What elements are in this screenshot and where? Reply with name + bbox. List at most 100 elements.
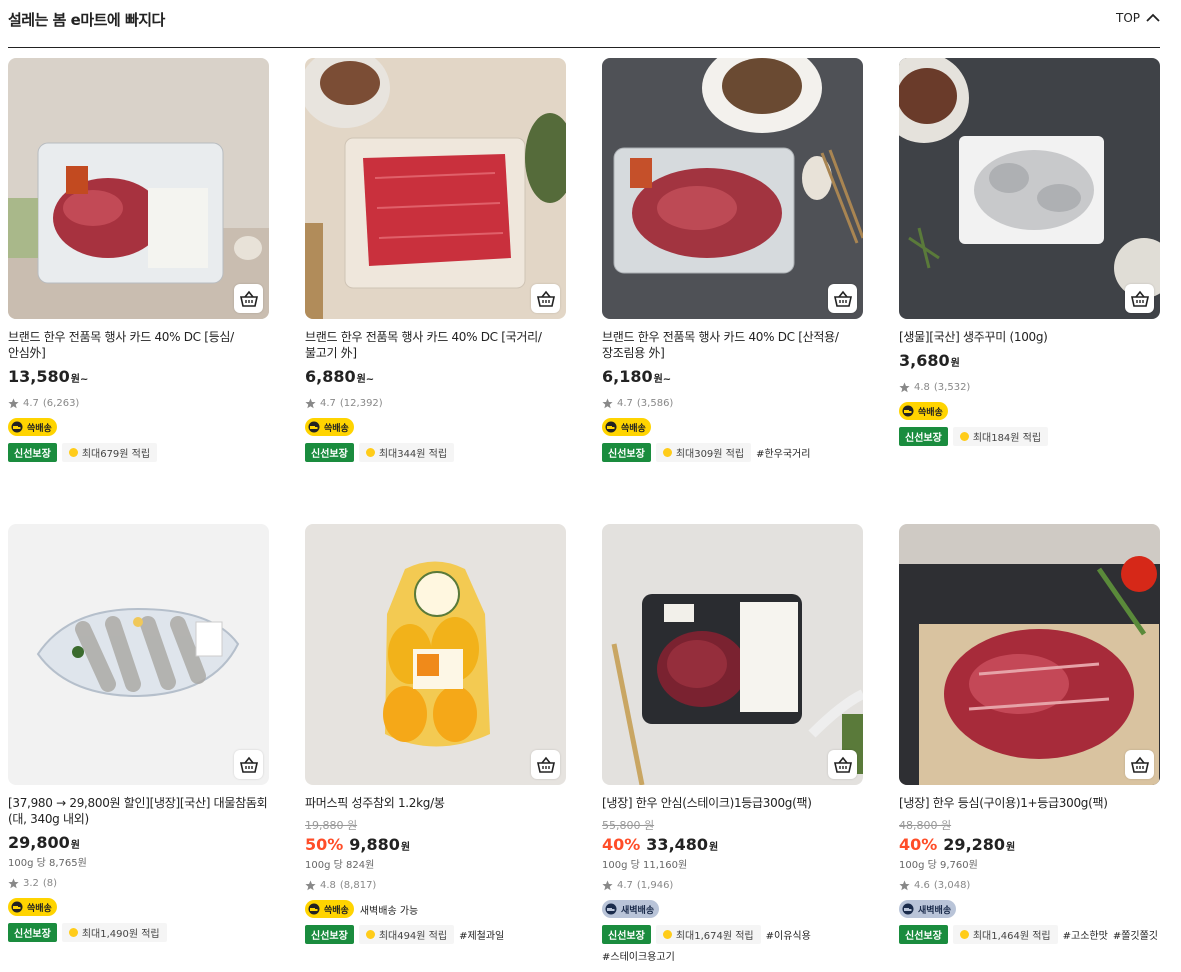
product-image[interactable] — [305, 58, 566, 319]
product-image[interactable] — [8, 524, 269, 785]
product-name[interactable]: [냉장] 한우 등심(구이용)1+등급300g(팩) — [899, 795, 1160, 811]
product-price: 9,880 — [349, 835, 400, 854]
product-card[interactable]: [냉장] 한우 등심(구이용)1+등급300g(팩) 48,800 원 40% … — [899, 524, 1160, 944]
product-card[interactable]: [37,980 → 29,800원 할인][냉장][국산] 대물참돔회 (대, … — [8, 524, 269, 942]
rating: 3.2 (8) — [8, 875, 269, 891]
cart-button[interactable] — [531, 284, 560, 313]
rating: 4.7 (12,392) — [305, 395, 566, 411]
cart-button[interactable] — [234, 750, 263, 779]
product-card[interactable]: 파머스픽 성주참외 1.2kg/봉 19,880 원 50% 9,880 원 10… — [305, 524, 566, 944]
price-unit: 원 — [1006, 842, 1016, 853]
product-name[interactable]: 브랜드 한우 전품목 행사 카드 40% DC [등심/안심外] — [8, 329, 269, 361]
coin-icon — [662, 930, 672, 939]
dawn-delivery-badge: 새벽배송 — [899, 900, 957, 918]
point-badge: 최대1,674원 적립 — [655, 925, 761, 944]
benefit-badges: 신선보장 최대494원 적립 #제철과일 — [305, 925, 566, 944]
product-name[interactable]: 브랜드 한우 전품목 행사 카드 40% DC [산적용/장조림용 外] — [602, 329, 863, 361]
rating-score: 4.6 — [914, 879, 930, 891]
cart-button[interactable] — [234, 284, 263, 313]
price-row: 6,880 원~ — [305, 367, 566, 391]
product-name[interactable]: [냉장] 한우 안심(스테이크)1등급300g(팩) — [602, 795, 863, 811]
cart-button[interactable] — [531, 750, 560, 779]
rating-score: 3.2 — [23, 877, 39, 889]
basket-icon — [239, 756, 258, 773]
basket-icon — [239, 290, 258, 307]
product-image[interactable] — [305, 524, 566, 785]
review-count: (12,392) — [339, 397, 383, 409]
rating: 4.7 (1,946) — [602, 877, 863, 893]
product-name[interactable]: 파머스픽 성주참외 1.2kg/봉 — [305, 795, 566, 811]
product-name[interactable]: 브랜드 한우 전품목 행사 카드 40% DC [국거리/불고기 外] — [305, 329, 566, 361]
delivery-label: 쓱배송 — [324, 423, 349, 434]
ssg-delivery-badge: 쓱배송 — [899, 402, 948, 420]
fresh-guarantee-badge: 신선보장 — [8, 443, 57, 462]
hashtag[interactable]: #이유식용 — [766, 927, 811, 942]
product-image[interactable] — [899, 58, 1160, 319]
review-count: (1,946) — [636, 879, 674, 891]
coin-icon — [68, 928, 78, 937]
octopus-image — [899, 58, 1160, 319]
point-label: 최대1,490원 적립 — [81, 929, 160, 940]
product-price: 29,280 — [943, 835, 1006, 854]
cart-button[interactable] — [828, 750, 857, 779]
rating-score: 4.7 — [23, 397, 39, 409]
product-price: 3,680 — [899, 351, 950, 370]
fresh-guarantee-badge: 신선보장 — [305, 443, 354, 462]
product-name[interactable]: [37,980 → 29,800원 할인][냉장][국산] 대물참돔회 (대, … — [8, 795, 269, 827]
hashtag[interactable]: #제철과일 — [459, 927, 504, 942]
benefit-badges: 신선보장 최대344원 적립 — [305, 443, 566, 462]
product-card[interactable]: [생물][국산] 생주꾸미 (100g) 3,680 원 4.8 (3,532) … — [899, 58, 1160, 446]
product-card[interactable]: [냉장] 한우 안심(스테이크)1등급300g(팩) 55,800 원 40% … — [602, 524, 863, 963]
original-price: 48,800 원 — [899, 819, 952, 832]
delivery-label: 쓱배송 — [324, 905, 349, 916]
hashtag[interactable]: #스테이크용고기 — [602, 948, 675, 963]
point-badge: 최대184원 적립 — [952, 427, 1049, 446]
product-card[interactable]: 브랜드 한우 전품목 행사 카드 40% DC [산적용/장조림용 外] 6,1… — [602, 58, 863, 462]
review-count: (6,263) — [42, 397, 80, 409]
point-badge: 최대344원 적립 — [358, 443, 455, 462]
benefit-badges: 신선보장 최대184원 적립 — [899, 427, 1160, 446]
truck-icon — [11, 421, 23, 433]
delivery-label: 쓱배송 — [621, 423, 646, 434]
star-icon — [602, 880, 613, 890]
coin-icon — [662, 448, 672, 457]
rating-score: 4.8 — [914, 381, 930, 393]
basket-icon — [833, 756, 852, 773]
price-unit: 원~ — [356, 374, 375, 385]
fresh-guarantee-badge: 신선보장 — [899, 427, 948, 446]
product-price: 33,480 — [646, 835, 709, 854]
price-row: 3,680 원 — [899, 351, 1160, 375]
ssg-delivery-badge: 쓱배송 — [602, 418, 651, 436]
review-count: (3,532) — [933, 381, 971, 393]
product-image[interactable] — [602, 524, 863, 785]
point-badge: 최대679원 적립 — [61, 443, 158, 462]
bulgogi-beef-image — [305, 58, 566, 319]
cart-button[interactable] — [1125, 284, 1154, 313]
benefit-badges: 신선보장 최대309원 적립 #한우국거리 — [602, 443, 863, 462]
hashtag[interactable]: #고소한맛 — [1063, 927, 1108, 942]
unit-price: 100g 당 824원 — [305, 860, 375, 871]
product-price: 13,580 — [8, 367, 70, 386]
product-price: 6,880 — [305, 367, 356, 386]
basket-icon — [536, 756, 555, 773]
sashimi-platter-image — [8, 524, 269, 785]
product-name[interactable]: [생물][국산] 생주꾸미 (100g) — [899, 329, 1160, 345]
cart-button[interactable] — [828, 284, 857, 313]
truck-icon — [308, 421, 320, 433]
price-unit: 원~ — [70, 374, 89, 385]
product-image[interactable] — [899, 524, 1160, 785]
rating: 4.7 (3,586) — [602, 395, 863, 411]
price-unit: 원 — [709, 842, 719, 853]
original-price: 19,880 원 — [305, 819, 358, 832]
coin-icon — [68, 448, 78, 457]
hashtag[interactable]: #쫄깃쫄깃 — [1113, 927, 1158, 942]
product-image[interactable] — [8, 58, 269, 319]
delivery-badges: 쓱배송 — [8, 417, 269, 437]
top-button[interactable]: TOP — [1116, 11, 1160, 25]
star-icon — [602, 398, 613, 408]
cart-button[interactable] — [1125, 750, 1154, 779]
product-card[interactable]: 브랜드 한우 전품목 행사 카드 40% DC [등심/안심外] 13,580 원… — [8, 58, 269, 462]
product-card[interactable]: 브랜드 한우 전품목 행사 카드 40% DC [국거리/불고기 外] 6,88… — [305, 58, 566, 462]
hashtag[interactable]: #한우국거리 — [756, 445, 810, 460]
product-image[interactable] — [602, 58, 863, 319]
